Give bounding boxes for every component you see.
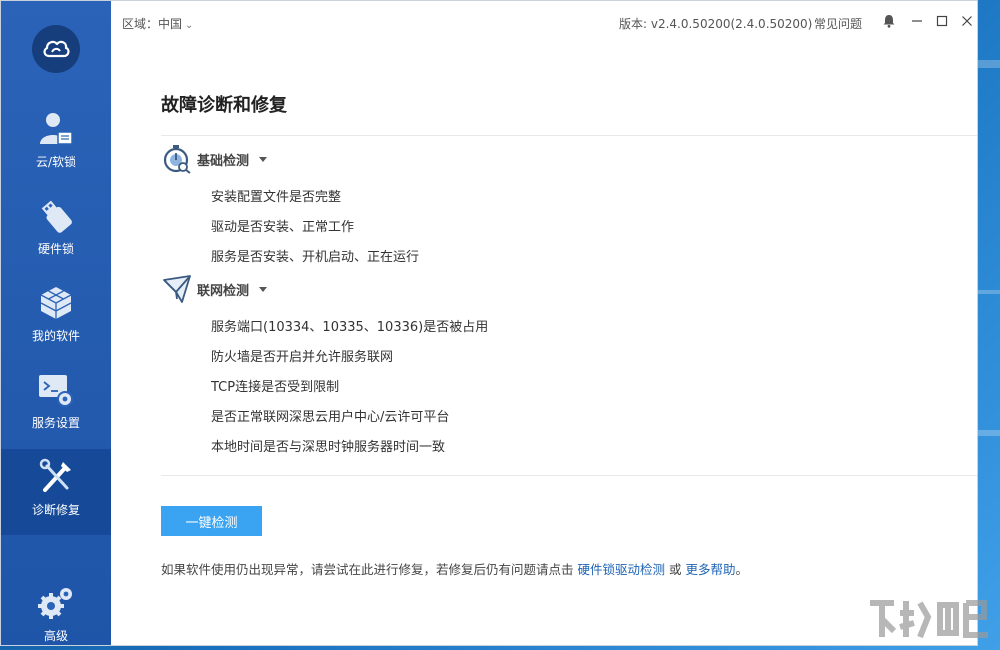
section-basic-check: 基础检测: [161, 143, 268, 175]
usb-dongle-icon: [36, 196, 76, 236]
caret-down-icon[interactable]: [259, 156, 268, 162]
section-title: 联网检测: [197, 283, 250, 299]
sidebar-item-label: 我的软件: [31, 329, 80, 343]
app-window: 云/软锁 硬件锁 我的软件 服务设置 诊断修复 高级 区域：中国 ⌄ 版本: v…: [0, 0, 978, 646]
app-logo: [32, 25, 80, 73]
check-item: 驱动是否安装、正常工作: [211, 220, 355, 235]
title-bar: 区域：中国 ⌄ 版本: v2.4.0.50200(2.4.0.50200) 常见问…: [111, 1, 977, 41]
close-icon: [962, 16, 972, 26]
bell-icon: [883, 15, 895, 28]
maximize-icon: [936, 15, 948, 27]
check-item: 是否正常联网深思云用户中心/云许可平台: [211, 410, 450, 425]
caret-down-icon[interactable]: [259, 286, 268, 292]
help-note: 如果软件使用仍出现异常，请尝试在此进行修复，若修复后仍有问题请点击 硬件锁驱动检…: [161, 559, 748, 578]
sidebar-item-diagnose-repair[interactable]: 诊断修复: [1, 449, 111, 535]
more-help-link[interactable]: 更多帮助: [686, 562, 736, 577]
sidebar-item-label: 诊断修复: [31, 503, 80, 517]
sidebar-item-label: 服务设置: [31, 416, 80, 430]
sidebar-item-advanced[interactable]: 高级: [1, 575, 111, 645]
version-text: 版本: v2.4.0.50200(2.4.0.50200): [619, 17, 813, 31]
sidebar-item-label: 云/软锁: [35, 155, 77, 169]
cloud-logo-icon: [43, 40, 70, 58]
help-note-or: 或: [669, 562, 682, 577]
wrench-screwdriver-icon: [36, 457, 76, 497]
top-divider: [161, 135, 977, 136]
watermark-logo: [858, 588, 1000, 650]
bottom-divider: [161, 475, 977, 476]
sidebar-item-service-settings[interactable]: 服务设置: [1, 362, 111, 448]
sidebar-item-my-software[interactable]: 我的软件: [1, 275, 111, 361]
check-item: TCP连接是否受到限制: [211, 380, 340, 395]
check-item: 服务端口(10334、10335、10336)是否被占用: [211, 320, 489, 335]
dongle-driver-check-link[interactable]: 硬件锁驱动检测: [578, 562, 666, 577]
minimize-icon: [912, 20, 922, 22]
gears-icon: [36, 583, 76, 623]
paper-plane-icon: [161, 273, 193, 305]
sidebar-item-cloud-soft-lock[interactable]: 云/软锁: [1, 101, 111, 187]
check-item: 安装配置文件是否完整: [211, 190, 342, 205]
check-item: 服务是否安装、开机启动、正在运行: [211, 250, 420, 265]
faq-link[interactable]: 常见问题: [814, 15, 862, 32]
stopwatch-search-icon: [161, 143, 193, 175]
sidebar-item-label: 高级: [43, 629, 68, 643]
check-item: 防火墙是否开启并允许服务联网: [211, 350, 394, 365]
help-note-period: 。: [735, 562, 749, 577]
user-license-icon: [36, 109, 76, 149]
sidebar: 云/软锁 硬件锁 我的软件 服务设置 诊断修复 高级: [1, 1, 111, 645]
chevron-down-icon: ⌄: [185, 20, 194, 31]
region-label: 区域：中国: [122, 17, 183, 31]
one-click-detect-button[interactable]: 一键检测: [161, 506, 262, 536]
section-title: 基础检测: [197, 153, 250, 169]
sidebar-item-label: 硬件锁: [37, 242, 74, 256]
maximize-button[interactable]: [932, 11, 952, 31]
section-network-check: 联网检测: [161, 273, 268, 305]
sidebar-item-hardware-lock[interactable]: 硬件锁: [1, 188, 111, 274]
region-selector[interactable]: 区域：中国 ⌄: [122, 15, 193, 32]
check-item: 本地时间是否与深思时钟服务器时间一致: [211, 440, 446, 455]
close-button[interactable]: [957, 11, 977, 31]
cubes-icon: [36, 283, 76, 323]
page-title: 故障诊断和修复: [161, 95, 287, 116]
help-note-text: 如果软件使用仍出现异常，请尝试在此进行修复，若修复后仍有问题请点击: [161, 562, 574, 577]
terminal-gear-icon: [36, 370, 76, 410]
minimize-button[interactable]: [907, 11, 927, 31]
notification-bell-button[interactable]: [879, 11, 899, 31]
